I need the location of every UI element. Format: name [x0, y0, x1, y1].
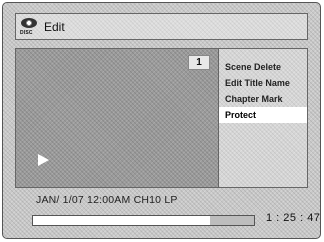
title-number-badge: 1: [188, 55, 210, 70]
header-bar: DISC Edit: [15, 13, 308, 40]
menu-item-scene-delete[interactable]: Scene Delete: [219, 59, 307, 75]
disc-icon-label: DISC: [20, 29, 33, 36]
progress-bar: [32, 215, 255, 226]
edit-menu: Scene Delete Edit Title Name Chapter Mar…: [219, 48, 308, 188]
disc-icon: DISC: [20, 17, 40, 36]
video-preview: 1: [15, 48, 219, 188]
menu-item-chapter-mark[interactable]: Chapter Mark: [219, 91, 307, 107]
recording-info: JAN/ 1/07 12:00AM CH10 LP: [36, 194, 178, 206]
play-icon: [38, 154, 49, 166]
disc-shape: [21, 17, 37, 28]
edit-screen: DISC Edit 1 Scene Delete Edit Title Name…: [2, 2, 321, 239]
menu-item-edit-title-name[interactable]: Edit Title Name: [219, 75, 307, 91]
page-title: Edit: [44, 19, 65, 34]
menu-item-protect[interactable]: Protect: [219, 107, 307, 123]
time-code: 1 : 25 : 47: [266, 212, 321, 224]
progress-fill: [33, 216, 210, 225]
